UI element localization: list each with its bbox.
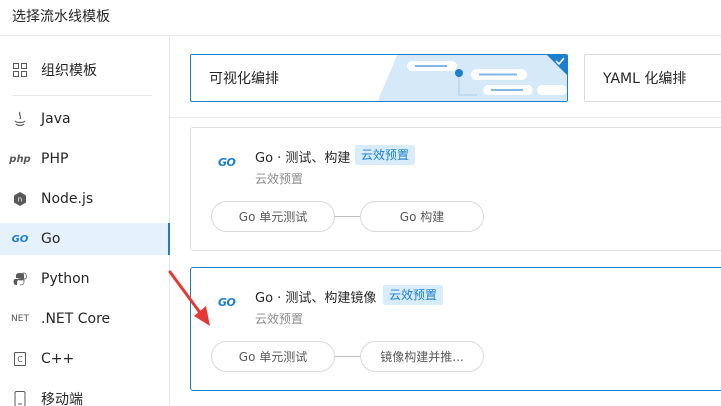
sidebar-item-go[interactable]: GO Go [0,223,170,255]
language-sidebar: 组织模板 Java php PHP n Node.js GO Go Python… [0,36,170,406]
template-card-go-test-build[interactable]: GO Go · 测试、构建 云效预置 云效预置 Go 单元测试 Go 构建 [190,127,721,251]
mobile-icon [11,390,29,406]
dotnet-icon: NET [11,314,29,324]
selected-check-icon [547,55,567,75]
php-icon: php [9,153,31,165]
sidebar-item-java[interactable]: Java [0,103,169,135]
java-icon [11,110,29,128]
annotation-arrow-icon [168,270,210,326]
stage-pill: 镜像构建并推... [360,341,484,372]
yaml-mode-card[interactable]: YAML 化编排 [584,54,721,102]
dialog-title: 选择流水线模板 [12,9,110,25]
template-subtitle: 云效预置 [255,172,304,186]
python-icon [11,270,29,288]
sidebar-item-dotnet[interactable]: NET .NET Core [0,303,169,335]
go-icon: GO [11,233,29,245]
template-card-go-test-build-image[interactable]: GO Go · 测试、构建镜像 云效预置 云效预置 Go 单元测试 镜像构建并推… [190,267,721,391]
template-subtitle: 云效预置 [255,312,304,326]
cpp-icon: C [11,350,29,368]
sidebar-item-label: .NET Core [41,311,111,327]
stage-pill: Go 构建 [360,201,484,232]
sidebar-divider [12,95,152,96]
sidebar-item-label: Go [41,231,61,247]
sidebar-item-label: Node.js [41,191,94,207]
sidebar-item-mobile[interactable]: 移动端 [0,383,169,406]
mode-label: 可视化编排 [209,71,279,87]
sidebar-item-org-templates[interactable]: 组织模板 [0,54,169,86]
go-logo-icon: GO [218,156,236,169]
visual-mode-card[interactable]: 可视化编排 [190,54,568,102]
stage-pill: Go 单元测试 [211,201,335,232]
stage-connector [335,216,360,217]
sidebar-item-cpp[interactable]: C C++ [0,343,169,375]
sidebar-item-label: PHP [41,151,69,167]
sidebar-item-python[interactable]: Python [0,263,169,295]
sidebar-item-php[interactable]: php PHP [0,143,169,175]
sidebar-item-label: Java [41,111,71,127]
nodejs-icon: n [11,190,29,208]
sidebar-item-label: 组织模板 [41,63,97,79]
svg-text:n: n [18,196,22,204]
grid-icon [11,61,29,79]
stage-pill: Go 单元测试 [211,341,335,372]
sidebar-item-nodejs[interactable]: n Node.js [0,183,169,215]
template-name: Go · 测试、构建镜像 [255,291,377,306]
sidebar-item-label: Python [41,271,90,287]
content-divider [170,117,721,118]
preset-badge: 云效预置 [355,145,416,165]
preset-badge: 云效预置 [383,285,444,305]
template-name: Go · 测试、构建 [255,151,351,166]
sidebar-item-label: C++ [41,351,75,367]
sidebar-item-label: 移动端 [41,392,83,406]
mode-label: YAML 化编排 [603,71,687,87]
pipeline-illustration [377,55,567,101]
go-logo-icon: GO [218,296,236,309]
stage-connector [335,356,360,357]
